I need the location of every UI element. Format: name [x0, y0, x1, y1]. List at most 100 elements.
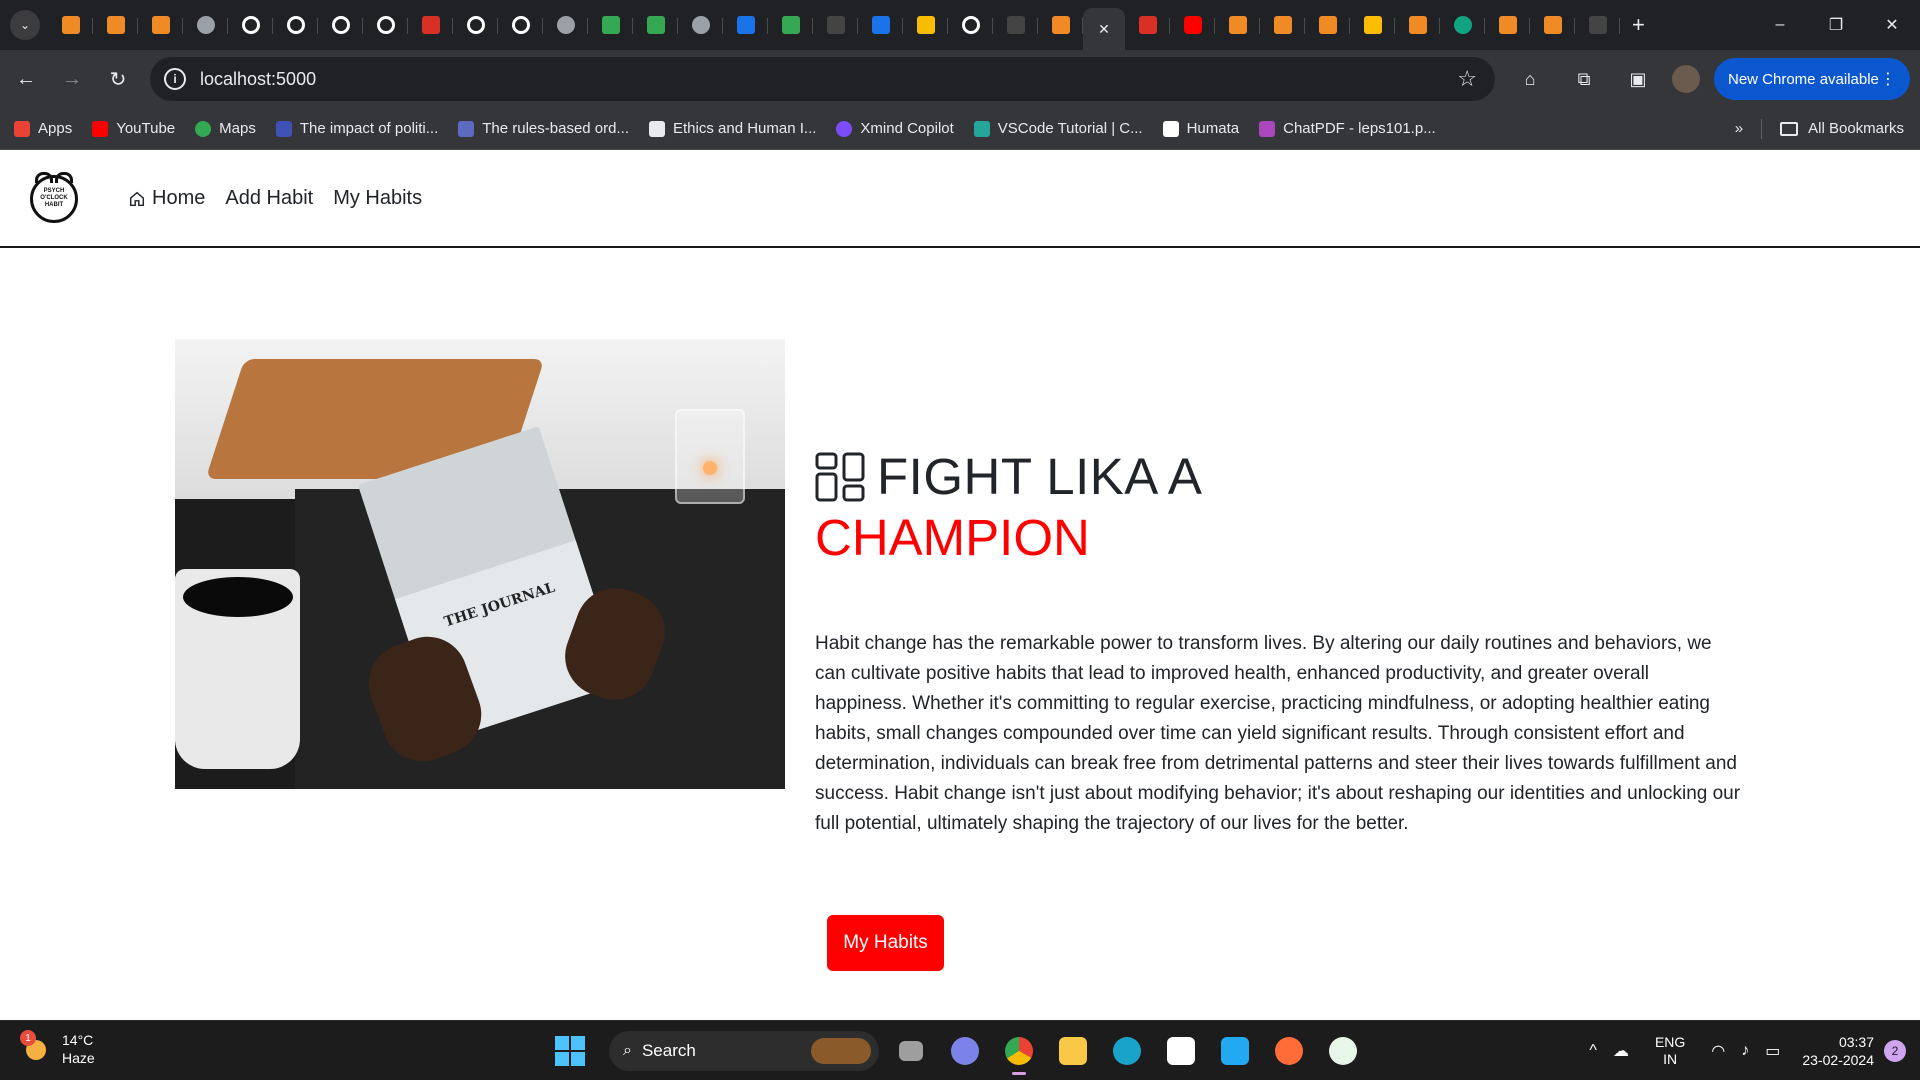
- file-explorer-button[interactable]: [1051, 1029, 1095, 1073]
- nav-my-habits-link[interactable]: My Habits: [333, 187, 422, 210]
- task-view-button[interactable]: [889, 1029, 933, 1073]
- browser-tab[interactable]: [1350, 6, 1395, 44]
- start-button[interactable]: [555, 1036, 585, 1066]
- clock[interactable]: 03:37 23-02-2024: [1802, 1033, 1874, 1069]
- maps-pin-icon: [195, 120, 212, 137]
- reload-button[interactable]: ↻: [98, 59, 138, 99]
- taskbar-search[interactable]: ⌕ Search: [609, 1031, 879, 1071]
- chevron-up-icon[interactable]: ^: [1589, 1042, 1597, 1060]
- browser-tab[interactable]: [1395, 6, 1440, 44]
- browser-tab[interactable]: [858, 6, 903, 44]
- bookmark-item[interactable]: Humata: [1162, 120, 1239, 137]
- bookmark-star-icon[interactable]: ☆: [1457, 66, 1477, 92]
- browser-tab[interactable]: [813, 6, 858, 44]
- more-menu-icon[interactable]: ⋮: [1880, 69, 1896, 89]
- language-indicator[interactable]: ENG IN: [1655, 1034, 1685, 1068]
- browser-tab[interactable]: [1575, 6, 1620, 44]
- url-text[interactable]: localhost:5000: [200, 69, 316, 90]
- browser-tab[interactable]: [1170, 6, 1215, 44]
- bookmark-item[interactable]: YouTube: [92, 120, 175, 137]
- teams-button[interactable]: [943, 1029, 987, 1073]
- browser-tab[interactable]: [498, 6, 543, 44]
- browser-tab[interactable]: [138, 6, 183, 44]
- browser-tab[interactable]: [1038, 6, 1083, 44]
- bookmark-item[interactable]: Maps: [195, 120, 256, 137]
- my-habits-button[interactable]: My Habits: [827, 915, 944, 971]
- browser-tab[interactable]: [1530, 6, 1575, 44]
- browser-tab[interactable]: [48, 6, 93, 44]
- browser-tab[interactable]: [1305, 6, 1350, 44]
- browser-tab[interactable]: [678, 6, 723, 44]
- browser-tab[interactable]: [768, 6, 813, 44]
- window-controls: – ❐ ✕: [1752, 0, 1920, 50]
- battery-icon[interactable]: ▭: [1765, 1041, 1780, 1061]
- tab-search-button[interactable]: ⌄: [10, 10, 40, 40]
- browser-tab[interactable]: [93, 6, 138, 44]
- bookmark-item[interactable]: The rules-based ord...: [458, 120, 629, 137]
- bookmark-item[interactable]: ChatPDF - leps101.p...: [1259, 120, 1436, 137]
- browser-tab[interactable]: [1215, 6, 1260, 44]
- browser-tab[interactable]: [633, 6, 678, 44]
- profile-avatar[interactable]: [1672, 65, 1700, 93]
- site-info-icon[interactable]: i: [164, 68, 186, 90]
- address-bar[interactable]: i localhost:5000 ☆: [150, 57, 1495, 101]
- active-tab[interactable]: ✕: [1083, 8, 1125, 50]
- chrome-button[interactable]: [997, 1029, 1041, 1075]
- grid-icon: [815, 452, 865, 501]
- nav-add-habit-link[interactable]: Add Habit: [225, 187, 313, 210]
- mongodb-button[interactable]: [1321, 1029, 1365, 1073]
- bookmark-label: Xmind Copilot: [860, 120, 954, 137]
- browser-tab[interactable]: [543, 6, 588, 44]
- browser-tab[interactable]: [1125, 6, 1170, 44]
- extensions-puzzle-icon[interactable]: ⧉: [1564, 59, 1604, 99]
- site-logo[interactable]: PSYCH O'CLOCK HABIT: [30, 171, 78, 223]
- bookmark-item[interactable]: The impact of politi...: [275, 120, 438, 137]
- store-icon: [1167, 1037, 1195, 1065]
- store-button[interactable]: [1159, 1029, 1203, 1073]
- restore-button[interactable]: ❐: [1808, 0, 1864, 50]
- side-panel-icon[interactable]: ▣: [1618, 59, 1658, 99]
- close-window-button[interactable]: ✕: [1864, 0, 1920, 50]
- browser-tab[interactable]: [408, 6, 453, 44]
- close-icon[interactable]: ✕: [1098, 21, 1110, 38]
- bookmarks-overflow-button[interactable]: »: [1735, 120, 1743, 137]
- browser-tab[interactable]: [363, 6, 408, 44]
- vscode-button[interactable]: [1213, 1029, 1257, 1073]
- nav-home-link[interactable]: Home: [128, 187, 205, 210]
- browser-tab[interactable]: [453, 6, 498, 44]
- bookmark-item[interactable]: Ethics and Human I...: [649, 120, 816, 137]
- extension-off-icon[interactable]: ⌂: [1510, 59, 1550, 99]
- minimize-button[interactable]: –: [1752, 0, 1808, 50]
- nav-home-label: Home: [152, 187, 206, 209]
- browser-tab[interactable]: [273, 6, 318, 44]
- browser-tab[interactable]: [228, 6, 273, 44]
- browser-tab[interactable]: [183, 6, 228, 44]
- bookmark-item[interactable]: VSCode Tutorial | C...: [973, 120, 1143, 137]
- browser-tab[interactable]: [588, 6, 633, 44]
- volume-icon[interactable]: ♪: [1741, 1042, 1749, 1060]
- bookmark-item[interactable]: Xmind Copilot: [836, 120, 954, 137]
- browser-tab[interactable]: [948, 6, 993, 44]
- forward-button[interactable]: →: [52, 59, 92, 99]
- browser-tab[interactable]: [1440, 6, 1485, 44]
- bookmark-item[interactable]: Apps: [14, 120, 72, 137]
- notification-badge[interactable]: 2: [1884, 1040, 1906, 1062]
- all-bookmarks-button[interactable]: All Bookmarks: [1808, 120, 1904, 137]
- apps-grid-icon: [14, 120, 30, 137]
- browser-tab[interactable]: [318, 6, 363, 44]
- wifi-icon[interactable]: ◠: [1711, 1041, 1725, 1061]
- browser-tab[interactable]: [993, 6, 1038, 44]
- tab-favicon-icon: [781, 16, 800, 34]
- update-chrome-button[interactable]: New Chrome available ⋮: [1714, 58, 1910, 100]
- browser-tab[interactable]: [723, 6, 768, 44]
- onedrive-cloud-icon[interactable]: ☁: [1613, 1041, 1629, 1061]
- new-tab-button[interactable]: +: [1632, 12, 1645, 38]
- hero-subtitle: CHAMPION: [815, 509, 1090, 566]
- weather-widget[interactable]: 1 14°C Haze: [20, 1030, 95, 1067]
- browser-tab[interactable]: [1260, 6, 1305, 44]
- postman-button[interactable]: [1267, 1029, 1311, 1073]
- browser-tab[interactable]: [903, 6, 948, 44]
- edge-button[interactable]: [1105, 1029, 1149, 1073]
- back-button[interactable]: ←: [6, 59, 46, 99]
- browser-tab[interactable]: [1485, 6, 1530, 44]
